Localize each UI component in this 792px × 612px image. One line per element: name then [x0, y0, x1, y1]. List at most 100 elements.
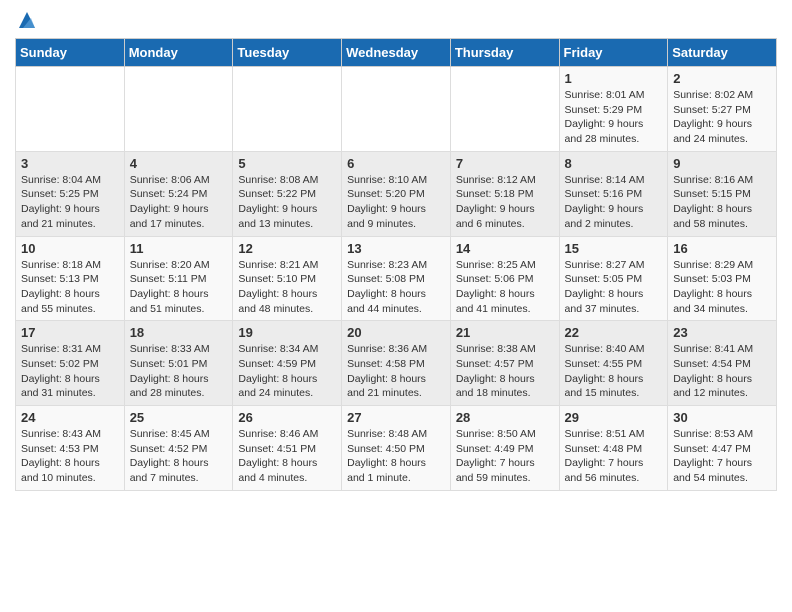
day-number: 17	[21, 325, 119, 340]
calendar-cell: 23Sunrise: 8:41 AM Sunset: 4:54 PM Dayli…	[668, 321, 777, 406]
day-info: Sunrise: 8:45 AM Sunset: 4:52 PM Dayligh…	[130, 427, 228, 486]
day-info: Sunrise: 8:29 AM Sunset: 5:03 PM Dayligh…	[673, 258, 771, 317]
calendar-cell: 13 Sunrise: 8:23 AM Sunset: 5:08 PM Dayli…	[342, 236, 451, 321]
calendar-cell: 29Sunrise: 8:51 AM Sunset: 4:48 PM Dayli…	[559, 406, 668, 491]
calendar-cell: 30Sunrise: 8:53 AM Sunset: 4:47 PM Dayli…	[668, 406, 777, 491]
calendar-cell	[342, 67, 451, 152]
day-number: 15	[565, 241, 663, 256]
calendar-week-3: 10 Sunrise: 8:18 AM Sunset: 5:13 PM Dayli…	[16, 236, 777, 321]
day-number: 30	[673, 410, 771, 425]
header-thursday: Thursday	[450, 39, 559, 67]
calendar-cell: 17 Sunrise: 8:31 AM Sunset: 5:02 PM Dayli…	[16, 321, 125, 406]
day-info: Sunrise: 8:04 AM Sunset: 5:25 PM Dayligh…	[21, 173, 119, 232]
calendar-week-5: 24Sunrise: 8:43 AM Sunset: 4:53 PM Dayli…	[16, 406, 777, 491]
day-number: 9	[673, 156, 771, 171]
day-info: Sunrise: 8:12 AM Sunset: 5:18 PM Dayligh…	[456, 173, 554, 232]
day-number: 26	[238, 410, 336, 425]
day-number: 18	[130, 325, 228, 340]
day-number: 7	[456, 156, 554, 171]
calendar-cell: 18 Sunrise: 8:33 AM Sunset: 5:01 PM Dayli…	[124, 321, 233, 406]
day-info: Sunrise: 8:10 AM Sunset: 5:20 PM Dayligh…	[347, 173, 445, 232]
calendar-cell: 27 Sunrise: 8:48 AM Sunset: 4:50 PM Dayli…	[342, 406, 451, 491]
day-info: Sunrise: 8:06 AM Sunset: 5:24 PM Dayligh…	[130, 173, 228, 232]
calendar-cell	[16, 67, 125, 152]
day-info: Sunrise: 8:27 AM Sunset: 5:05 PM Dayligh…	[565, 258, 663, 317]
day-number: 1	[565, 71, 663, 86]
day-info: Sunrise: 8:31 AM Sunset: 5:02 PM Dayligh…	[21, 342, 119, 401]
calendar-cell: 1 Sunrise: 8:01 AM Sunset: 5:29 PM Daylig…	[559, 67, 668, 152]
day-number: 22	[565, 325, 663, 340]
calendar-cell: 9 Sunrise: 8:16 AM Sunset: 5:15 PM Daylig…	[668, 151, 777, 236]
day-number: 4	[130, 156, 228, 171]
day-number: 11	[130, 241, 228, 256]
day-number: 23	[673, 325, 771, 340]
day-info: Sunrise: 8:16 AM Sunset: 5:15 PM Dayligh…	[673, 173, 771, 232]
header-friday: Friday	[559, 39, 668, 67]
header-tuesday: Tuesday	[233, 39, 342, 67]
calendar-cell: 10 Sunrise: 8:18 AM Sunset: 5:13 PM Dayli…	[16, 236, 125, 321]
calendar-cell: 14 Sunrise: 8:25 AM Sunset: 5:06 PM Dayli…	[450, 236, 559, 321]
calendar-header-row: SundayMondayTuesdayWednesdayThursdayFrid…	[16, 39, 777, 67]
calendar-cell: 3Sunrise: 8:04 AM Sunset: 5:25 PM Daylig…	[16, 151, 125, 236]
day-info: Sunrise: 8:46 AM Sunset: 4:51 PM Dayligh…	[238, 427, 336, 486]
header-monday: Monday	[124, 39, 233, 67]
day-info: Sunrise: 8:36 AM Sunset: 4:58 PM Dayligh…	[347, 342, 445, 401]
day-number: 6	[347, 156, 445, 171]
calendar-cell: 2 Sunrise: 8:02 AM Sunset: 5:27 PM Daylig…	[668, 67, 777, 152]
day-info: Sunrise: 8:20 AM Sunset: 5:11 PM Dayligh…	[130, 258, 228, 317]
day-number: 19	[238, 325, 336, 340]
calendar-cell: 7 Sunrise: 8:12 AM Sunset: 5:18 PM Daylig…	[450, 151, 559, 236]
day-number: 5	[238, 156, 336, 171]
day-info: Sunrise: 8:33 AM Sunset: 5:01 PM Dayligh…	[130, 342, 228, 401]
calendar-cell	[450, 67, 559, 152]
calendar-cell: 8 Sunrise: 8:14 AM Sunset: 5:16 PM Daylig…	[559, 151, 668, 236]
calendar-cell: 11 Sunrise: 8:20 AM Sunset: 5:11 PM Dayli…	[124, 236, 233, 321]
day-info: Sunrise: 8:38 AM Sunset: 4:57 PM Dayligh…	[456, 342, 554, 401]
calendar-cell	[124, 67, 233, 152]
day-number: 10	[21, 241, 119, 256]
calendar-cell: 26 Sunrise: 8:46 AM Sunset: 4:51 PM Dayli…	[233, 406, 342, 491]
header-saturday: Saturday	[668, 39, 777, 67]
calendar-week-4: 17 Sunrise: 8:31 AM Sunset: 5:02 PM Dayli…	[16, 321, 777, 406]
calendar-cell: 28Sunrise: 8:50 AM Sunset: 4:49 PM Dayli…	[450, 406, 559, 491]
calendar-cell: 21 Sunrise: 8:38 AM Sunset: 4:57 PM Dayli…	[450, 321, 559, 406]
header-wednesday: Wednesday	[342, 39, 451, 67]
day-number: 12	[238, 241, 336, 256]
page-container: SundayMondayTuesdayWednesdayThursdayFrid…	[0, 0, 792, 501]
calendar-week-2: 3Sunrise: 8:04 AM Sunset: 5:25 PM Daylig…	[16, 151, 777, 236]
day-info: Sunrise: 8:01 AM Sunset: 5:29 PM Dayligh…	[565, 88, 663, 147]
day-info: Sunrise: 8:14 AM Sunset: 5:16 PM Dayligh…	[565, 173, 663, 232]
day-number: 2	[673, 71, 771, 86]
calendar-cell: 16Sunrise: 8:29 AM Sunset: 5:03 PM Dayli…	[668, 236, 777, 321]
calendar-cell: 24Sunrise: 8:43 AM Sunset: 4:53 PM Dayli…	[16, 406, 125, 491]
day-info: Sunrise: 8:08 AM Sunset: 5:22 PM Dayligh…	[238, 173, 336, 232]
calendar-cell: 19 Sunrise: 8:34 AM Sunset: 4:59 PM Dayli…	[233, 321, 342, 406]
calendar-cell: 22 Sunrise: 8:40 AM Sunset: 4:55 PM Dayli…	[559, 321, 668, 406]
calendar-cell: 15 Sunrise: 8:27 AM Sunset: 5:05 PM Dayli…	[559, 236, 668, 321]
calendar-cell: 4 Sunrise: 8:06 AM Sunset: 5:24 PM Daylig…	[124, 151, 233, 236]
day-number: 14	[456, 241, 554, 256]
day-number: 8	[565, 156, 663, 171]
day-info: Sunrise: 8:50 AM Sunset: 4:49 PM Dayligh…	[456, 427, 554, 486]
calendar-cell: 5 Sunrise: 8:08 AM Sunset: 5:22 PM Daylig…	[233, 151, 342, 236]
header-sunday: Sunday	[16, 39, 125, 67]
day-info: Sunrise: 8:02 AM Sunset: 5:27 PM Dayligh…	[673, 88, 771, 147]
day-info: Sunrise: 8:18 AM Sunset: 5:13 PM Dayligh…	[21, 258, 119, 317]
logo-icon	[17, 10, 37, 30]
logo	[15, 10, 37, 30]
day-number: 29	[565, 410, 663, 425]
day-info: Sunrise: 8:48 AM Sunset: 4:50 PM Dayligh…	[347, 427, 445, 486]
calendar-cell: 12Sunrise: 8:21 AM Sunset: 5:10 PM Dayli…	[233, 236, 342, 321]
calendar-cell: 25 Sunrise: 8:45 AM Sunset: 4:52 PM Dayli…	[124, 406, 233, 491]
day-number: 25	[130, 410, 228, 425]
day-number: 24	[21, 410, 119, 425]
page-header	[15, 10, 777, 30]
day-number: 13	[347, 241, 445, 256]
day-number: 27	[347, 410, 445, 425]
day-info: Sunrise: 8:23 AM Sunset: 5:08 PM Dayligh…	[347, 258, 445, 317]
day-info: Sunrise: 8:34 AM Sunset: 4:59 PM Dayligh…	[238, 342, 336, 401]
day-number: 21	[456, 325, 554, 340]
calendar-week-1: 1 Sunrise: 8:01 AM Sunset: 5:29 PM Daylig…	[16, 67, 777, 152]
day-info: Sunrise: 8:40 AM Sunset: 4:55 PM Dayligh…	[565, 342, 663, 401]
day-info: Sunrise: 8:25 AM Sunset: 5:06 PM Dayligh…	[456, 258, 554, 317]
